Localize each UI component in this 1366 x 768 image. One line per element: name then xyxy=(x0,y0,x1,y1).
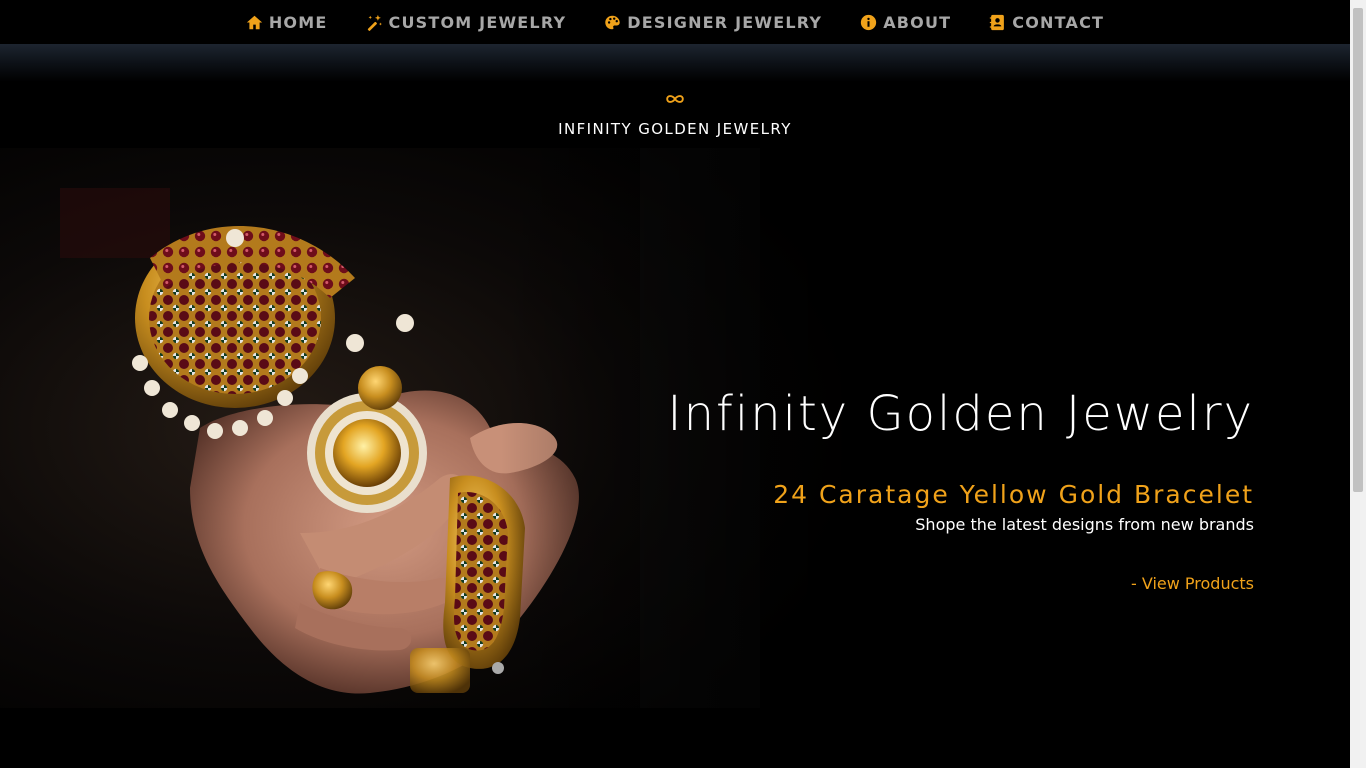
brand-name: INFINITY GOLDEN JEWELRY xyxy=(558,120,792,138)
view-products-link[interactable]: - View Products xyxy=(1131,574,1254,593)
nav-home[interactable]: HOME xyxy=(246,13,328,32)
brand: INFINITY GOLDEN JEWELRY xyxy=(0,86,1350,138)
page: HOME CUSTOM JEWELRY DESIGNER JEWELRY ABO… xyxy=(0,0,1366,768)
hero-tagline: Shope the latest designs from new brands xyxy=(915,515,1254,534)
infinity-icon xyxy=(666,95,684,103)
nav-custom-jewelry[interactable]: CUSTOM JEWELRY xyxy=(366,13,567,32)
info-icon xyxy=(861,14,877,30)
navbar-shadow xyxy=(0,44,1350,82)
page-scrollbar[interactable] xyxy=(1350,0,1366,768)
home-icon xyxy=(246,15,262,29)
scrollbar-thumb[interactable] xyxy=(1353,8,1363,492)
nav-about-label: ABOUT xyxy=(883,12,952,32)
top-navbar: HOME CUSTOM JEWELRY DESIGNER JEWELRY ABO… xyxy=(0,0,1350,44)
hero-text: Infinity Golden Jewelry 24 Caratage Yell… xyxy=(667,380,1254,593)
nav-designer-jewelry-label: DESIGNER JEWELRY xyxy=(627,12,823,32)
nav-contact[interactable]: CONTACT xyxy=(989,13,1104,32)
nav-about[interactable]: ABOUT xyxy=(860,13,951,32)
hero-title: Infinity Golden Jewelry xyxy=(667,386,1254,442)
nav-home-label: HOME xyxy=(268,12,328,32)
nav-designer-jewelry[interactable]: DESIGNER JEWELRY xyxy=(604,13,822,32)
nav-contact-label: CONTACT xyxy=(1012,12,1105,32)
palette-icon xyxy=(605,15,620,29)
magic-wand-icon xyxy=(367,14,382,31)
nav-custom-jewelry-label: CUSTOM JEWELRY xyxy=(388,12,567,32)
contact-book-icon xyxy=(990,14,1005,30)
hero-subtitle: 24 Caratage Yellow Gold Bracelet xyxy=(773,480,1254,509)
